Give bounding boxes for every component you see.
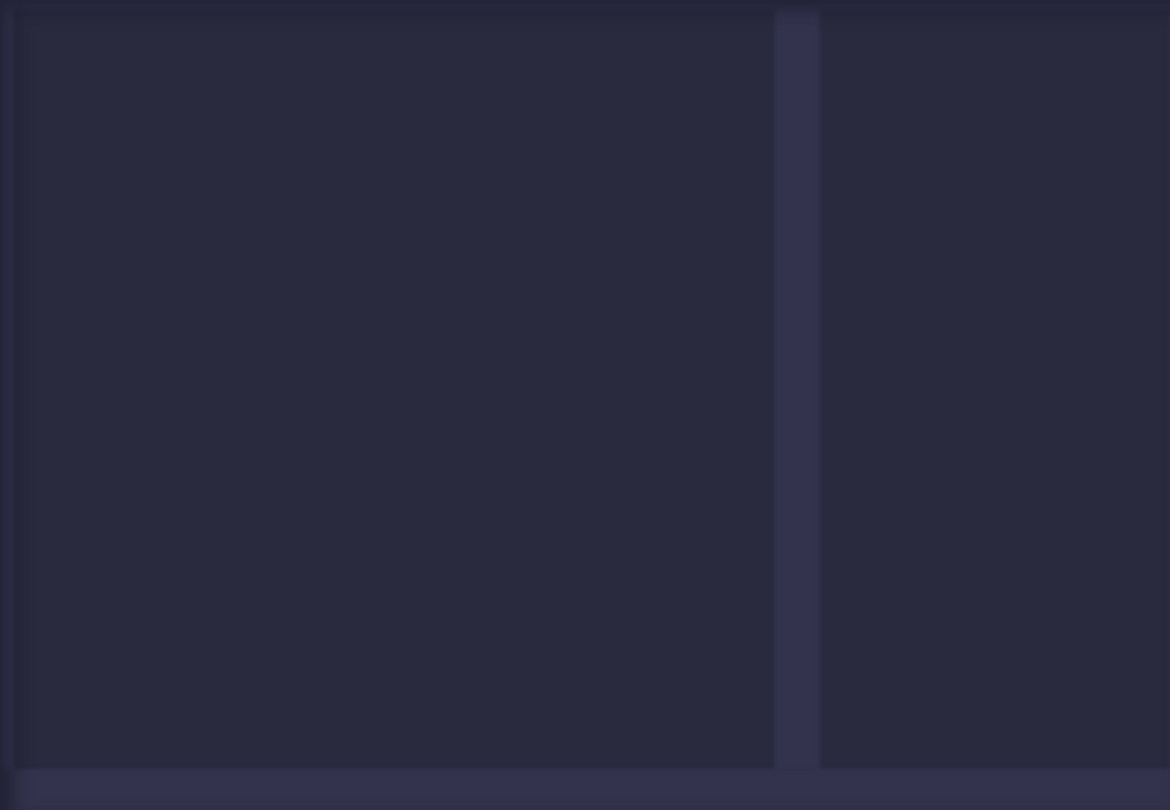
window-left-edge	[0, 0, 14, 810]
pane-splitter[interactable]	[776, 10, 820, 770]
bottom-status-bar	[0, 770, 1170, 810]
app-window	[0, 0, 1170, 810]
right-pane[interactable]	[820, 10, 1170, 770]
left-pane[interactable]	[14, 10, 776, 770]
